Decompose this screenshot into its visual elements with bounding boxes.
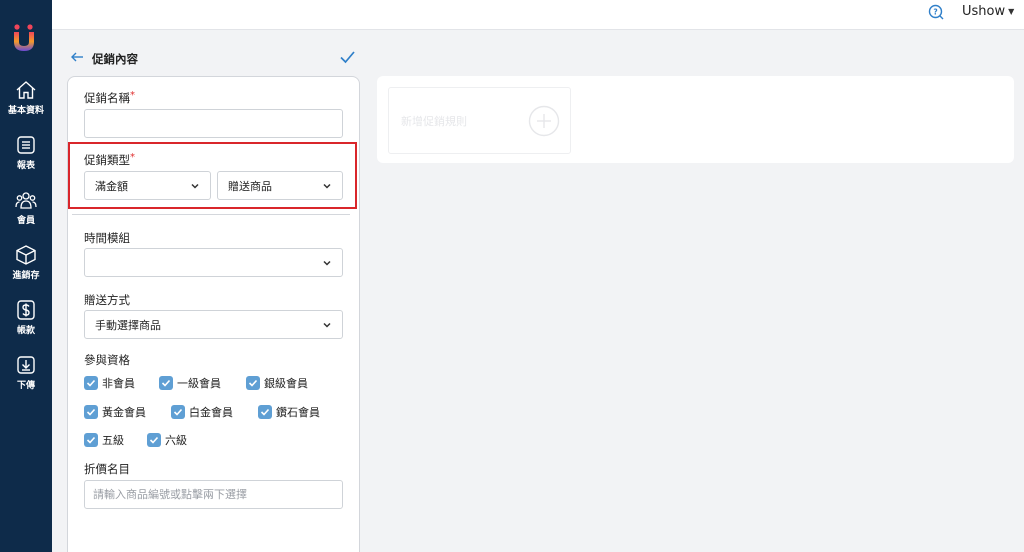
checkbox-checked-icon [84, 433, 98, 447]
checkbox-checked-icon [159, 376, 173, 390]
promo-type-label: 促銷類型* [84, 152, 135, 168]
promo-name-label-text: 促銷名稱 [84, 91, 130, 105]
eligibility-label: 參與資格 [84, 353, 130, 367]
checkbox-level-1[interactable]: 一級會員 [159, 375, 221, 391]
checkbox-label: 黃金會員 [102, 406, 146, 419]
sidebar-item-label: 進銷存 [12, 271, 40, 281]
checkbox-level-5[interactable]: 五級 [84, 432, 124, 448]
checkbox-platinum[interactable]: 白金會員 [171, 404, 233, 420]
sidebar-item-label: 下傳 [16, 381, 35, 391]
promo-name-label: 促銷名稱* [84, 90, 135, 106]
home-icon [16, 81, 36, 99]
sidebar: 基本資料 報表 會員 進銷存 帳款 下傳 [0, 0, 52, 552]
app-logo[interactable] [11, 24, 37, 52]
confirm-check-icon[interactable] [338, 48, 356, 66]
checkbox-label: 白金會員 [189, 406, 233, 419]
promo-name-input[interactable] [84, 109, 343, 138]
download-icon [17, 356, 35, 374]
back-arrow-icon[interactable] [70, 50, 84, 64]
checkbox-label: 銀級會員 [264, 377, 308, 390]
checkbox-checked-icon [171, 405, 185, 419]
sidebar-item-download[interactable]: 下傳 [0, 355, 52, 391]
checkbox-checked-icon [258, 405, 272, 419]
add-rule-label: 新增促銷規則 [401, 115, 467, 128]
sidebar-item-label: 會員 [16, 216, 35, 226]
user-name: Ushow [962, 4, 1006, 19]
checkbox-checked-icon [84, 376, 98, 390]
dollar-icon [17, 300, 35, 320]
caret-down-icon: ▼ [1008, 7, 1015, 16]
user-menu[interactable]: Ushow ▼ [962, 4, 1014, 19]
checkbox-checked-icon [246, 376, 260, 390]
checkbox-gold[interactable]: 黃金會員 [84, 404, 146, 420]
sidebar-item-label: 報表 [16, 161, 35, 171]
chevron-down-icon [323, 183, 331, 189]
checkbox-checked-icon [84, 405, 98, 419]
chevron-down-icon [323, 260, 331, 266]
checkbox-label: 鑽石會員 [276, 406, 320, 419]
sidebar-item-label: 基本資料 [7, 106, 44, 116]
sidebar-item-members[interactable]: 會員 [0, 190, 52, 226]
top-bar: ? Ushow ▼ [52, 0, 1024, 30]
plus-circle-icon [528, 105, 560, 137]
sidebar-item-label: 帳款 [16, 326, 35, 336]
page-title: 促銷內容 [92, 52, 138, 66]
sidebar-item-basic-data[interactable]: 基本資料 [0, 80, 52, 116]
divider [72, 214, 350, 215]
report-icon [17, 136, 35, 154]
gift-method-select[interactable]: 手動選擇商品 [84, 310, 343, 339]
promo-form-panel: 促銷名稱* 促銷類型* 滿金額 贈送商品 時間模組 贈送方式 手動選擇商品 參與… [67, 76, 360, 552]
required-mark: * [130, 152, 135, 163]
help-search-icon[interactable]: ? [928, 4, 944, 20]
promo-rules-panel: 新增促銷規則 [377, 76, 1014, 163]
sidebar-item-reports[interactable]: 報表 [0, 135, 52, 171]
promo-subtype-value: 贈送商品 [228, 179, 272, 193]
required-mark: * [130, 90, 135, 101]
discount-items-input[interactable] [84, 480, 343, 509]
checkbox-silver[interactable]: 銀級會員 [246, 375, 308, 391]
chevron-down-icon [323, 322, 331, 328]
sidebar-item-accounts[interactable]: 帳款 [0, 300, 52, 336]
time-module-label: 時間模組 [84, 231, 130, 245]
gift-method-label: 贈送方式 [84, 293, 130, 307]
time-module-select[interactable] [84, 248, 343, 277]
promo-subtype-select[interactable]: 贈送商品 [217, 171, 343, 200]
checkbox-level-6[interactable]: 六級 [147, 432, 187, 448]
promo-type-label-text: 促銷類型 [84, 153, 130, 167]
add-rule-button[interactable]: 新增促銷規則 [388, 87, 571, 154]
sidebar-item-inventory[interactable]: 進銷存 [0, 245, 52, 281]
promo-type-value: 滿金額 [95, 179, 128, 193]
checkbox-non-member[interactable]: 非會員 [84, 375, 135, 391]
promo-type-select[interactable]: 滿金額 [84, 171, 211, 200]
members-icon [15, 192, 37, 209]
checkbox-label: 一級會員 [177, 377, 221, 390]
chevron-down-icon [191, 183, 199, 189]
checkbox-label: 非會員 [102, 377, 135, 390]
checkbox-label: 五級 [102, 434, 124, 447]
checkbox-checked-icon [147, 433, 161, 447]
discount-items-label: 折價名目 [84, 462, 130, 476]
gift-method-value: 手動選擇商品 [95, 318, 161, 332]
checkbox-diamond[interactable]: 鑽石會員 [258, 404, 320, 420]
checkbox-label: 六級 [165, 434, 187, 447]
svg-text:?: ? [933, 7, 937, 16]
inventory-box-icon [16, 245, 36, 265]
